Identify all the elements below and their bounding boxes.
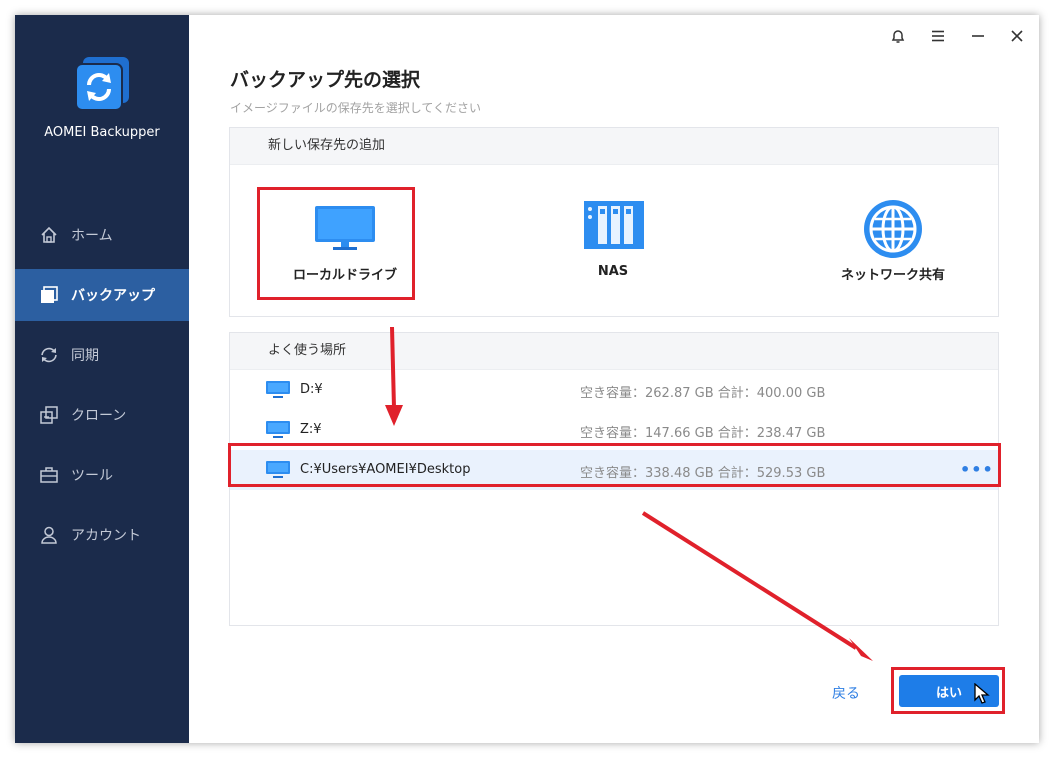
more-options-icon[interactable]: •••: [960, 460, 994, 479]
sidebar-item-backup[interactable]: バックアップ: [15, 269, 189, 321]
local-drive-option[interactable]: ローカルドライブ: [275, 184, 415, 304]
location-name: C:¥Users¥AOMEI¥Desktop: [300, 462, 471, 477]
sidebar-item-clone[interactable]: クローン: [15, 389, 189, 441]
sidebar-item-label: 同期: [71, 348, 99, 364]
sync-icon: [39, 345, 59, 365]
account-icon: [39, 525, 59, 545]
location-space: 空き容量：338.48 GB 合計：529.53 GB: [580, 466, 826, 481]
app-window: AOMEI Backupper ホーム バックアップ 同期 クローン ツール ア…: [15, 15, 1039, 743]
sidebar: AOMEI Backupper ホーム バックアップ 同期 クローン ツール ア…: [15, 15, 189, 743]
main-content: バックアップ先の選択 イメージファイルの保存先を選択してください 新しい保存先の…: [189, 15, 1039, 743]
clone-icon: [39, 405, 59, 425]
minimize-icon[interactable]: [969, 27, 987, 45]
option-label: ネットワーク共有: [840, 268, 945, 283]
drive-icon: [266, 461, 290, 479]
app-name: AOMEI Backupper: [44, 125, 160, 140]
bell-icon[interactable]: [889, 27, 907, 45]
option-label: ローカルドライブ: [292, 268, 397, 283]
frequent-locations-panel: よく使う場所 D:¥ 空き容量：262.87 GB 合計：400.00 GB Z…: [229, 332, 999, 626]
aomei-logo-icon: [73, 53, 133, 113]
sidebar-item-label: アカウント: [71, 528, 141, 544]
monitor-icon: [315, 206, 375, 256]
nas-icon: [584, 201, 644, 253]
location-name: Z:¥: [300, 422, 322, 437]
close-icon[interactable]: [1008, 27, 1026, 45]
location-row-d[interactable]: D:¥ 空き容量：262.87 GB 合計：400.00 GB: [230, 370, 998, 410]
add-destination-panel: 新しい保存先の追加 ローカルドライブ NAS ネットワーク共有: [229, 127, 999, 317]
panel-header: 新しい保存先の追加: [230, 128, 998, 165]
sidebar-item-label: バックアップ: [71, 288, 155, 304]
sidebar-item-home[interactable]: ホーム: [15, 209, 189, 261]
sidebar-item-label: クローン: [71, 408, 127, 424]
network-share-option[interactable]: ネットワーク共有: [823, 184, 963, 304]
page-title: バックアップ先の選択: [230, 69, 421, 91]
drive-icon: [266, 381, 290, 399]
sidebar-item-account[interactable]: アカウント: [15, 509, 189, 561]
mouse-cursor-icon: [974, 682, 990, 709]
location-space: 空き容量：147.66 GB 合計：238.47 GB: [580, 426, 826, 441]
back-link[interactable]: 戻る: [832, 683, 860, 703]
sidebar-item-sync[interactable]: 同期: [15, 329, 189, 381]
sidebar-item-label: ホーム: [71, 228, 113, 244]
location-space: 空き容量：262.87 GB 合計：400.00 GB: [580, 386, 826, 401]
page-subtitle: イメージファイルの保存先を選択してください: [230, 101, 482, 115]
menu-icon[interactable]: [929, 27, 947, 45]
tools-icon: [39, 465, 59, 485]
option-label: NAS: [597, 264, 629, 279]
nas-option[interactable]: NAS: [543, 184, 683, 304]
backup-icon: [39, 285, 59, 305]
home-icon: [39, 225, 59, 245]
drive-icon: [266, 421, 290, 439]
globe-icon: [863, 199, 923, 263]
panel-header: よく使う場所: [230, 333, 998, 370]
sidebar-item-tools[interactable]: ツール: [15, 449, 189, 501]
sidebar-item-label: ツール: [71, 468, 113, 484]
location-row-z[interactable]: Z:¥ 空き容量：147.66 GB 合計：238.47 GB: [230, 410, 998, 450]
location-name: D:¥: [300, 382, 323, 397]
location-row-desktop[interactable]: C:¥Users¥AOMEI¥Desktop 空き容量：338.48 GB 合計…: [230, 450, 998, 490]
